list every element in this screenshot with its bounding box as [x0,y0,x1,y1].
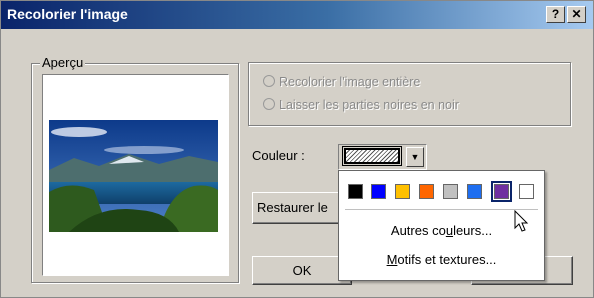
dialog-title: Recolorier l'image [7,6,128,22]
landscape-photo-icon [49,120,218,232]
radio-icon [263,98,275,110]
restore-button[interactable]: Restaurer le [252,192,347,224]
menu-divider [345,209,538,210]
patterns-label: otifs et textures... [397,252,497,267]
close-button[interactable]: ✕ [567,6,586,23]
color-picker[interactable]: ▼ [338,144,427,170]
keep-black-label: Laisser les parties noires en noir [279,98,459,112]
radio-icon [263,75,275,87]
swatch-gray[interactable] [443,184,458,199]
color-label: Couleur : [252,148,305,163]
swatch-white[interactable] [519,184,534,199]
swatch-blue[interactable] [371,184,386,199]
recolor-all-label: Recolorier l'image entière [279,75,421,89]
swatch-gold[interactable] [395,184,410,199]
more-colors-accesskey: u [445,223,454,238]
ok-button[interactable]: OK [252,256,352,285]
current-color-swatch [342,146,402,166]
swatch-black[interactable] [348,184,363,199]
patterns-accesskey: M [386,252,398,267]
help-button[interactable]: ? [546,6,565,23]
preview-group-label: Aperçu [40,55,86,70]
mouse-pointer-icon [514,209,530,237]
patterns-item[interactable]: Motifs et textures... [339,252,544,267]
swatch-orange[interactable] [419,184,434,199]
more-colors-label-a: Autres co [390,223,446,238]
chevron-down-icon[interactable]: ▼ [406,147,424,167]
title-bar: Recolorier l'image ? ✕ [1,1,593,29]
swatch-purple[interactable] [491,181,512,202]
radio-recolor-all[interactable]: Recolorier l'image entière [263,75,420,89]
options-group [248,62,571,126]
preview-frame [42,74,229,276]
recolor-dialog: Recolorier l'image ? ✕ Aperçu Recolorier… [0,0,594,298]
radio-keep-black[interactable]: Laisser les parties noires en noir [263,98,459,112]
swatch-light-blue[interactable] [467,184,482,199]
more-colors-label-b: leurs... [453,223,493,238]
